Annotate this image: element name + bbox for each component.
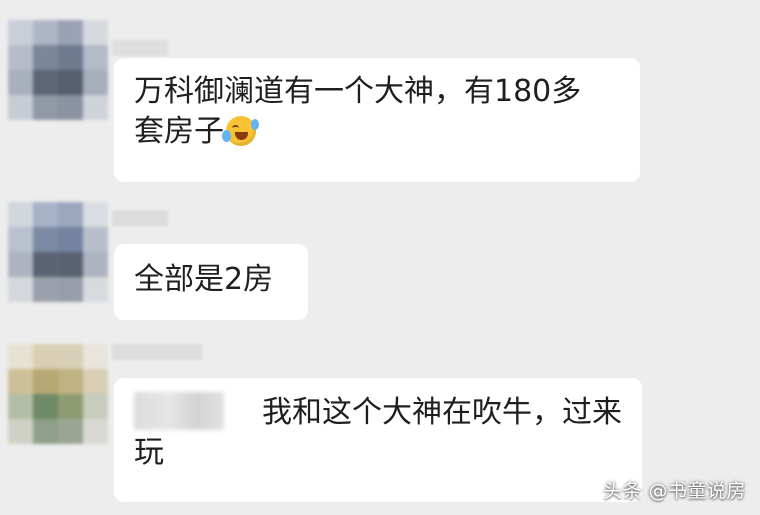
watermark: 头条 @书童说房 xyxy=(602,480,746,502)
message-text-line2: 玩 xyxy=(134,435,164,470)
avatar[interactable] xyxy=(8,20,108,120)
sender-name xyxy=(112,344,202,360)
message-text: 全部是2房 xyxy=(134,262,274,297)
sender-name xyxy=(112,40,168,56)
message-bubble[interactable]: 万科御澜道有一个大神，有180多 套房子 xyxy=(114,58,640,182)
sender-name xyxy=(112,210,168,226)
laughing-crying-emoji-icon xyxy=(222,116,259,146)
redacted-mention xyxy=(134,392,224,430)
message-text: 万科御澜道有一个大神，有180多 xyxy=(134,74,582,109)
avatar[interactable] xyxy=(8,344,108,444)
message-text-line2: 套房子 xyxy=(134,112,622,152)
avatar[interactable] xyxy=(8,202,108,302)
message-bubble[interactable]: 我和这个大神在吹牛，过来 玩 xyxy=(114,378,642,502)
message-text: 我和这个大神在吹牛，过来 xyxy=(134,392,624,433)
chat-message: 万科御澜道有一个大神，有180多 套房子 xyxy=(0,0,760,190)
chat-message: 全部是2房 xyxy=(0,190,760,330)
message-bubble[interactable]: 全部是2房 xyxy=(114,244,308,320)
